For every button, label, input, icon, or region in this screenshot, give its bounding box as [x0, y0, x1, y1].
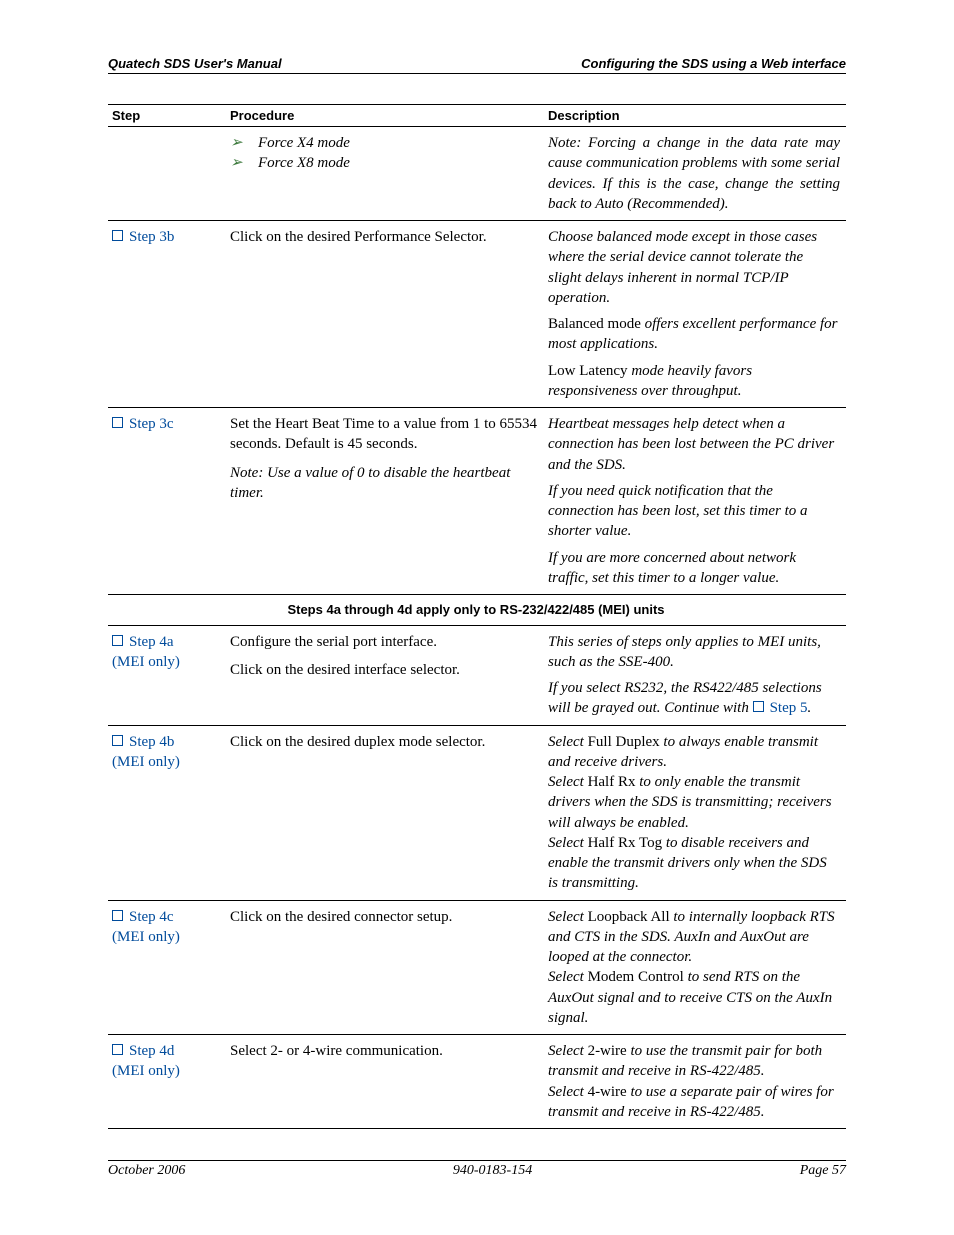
table-row: Step 4c (MEI only) Click on the desired …: [108, 900, 846, 1035]
table-row: Step 4b (MEI only) Click on the desired …: [108, 725, 846, 900]
checkbox-icon: [112, 417, 123, 428]
procedure-cell: Click on the desired duplex mode selecto…: [226, 725, 544, 900]
step-label: Step 4c: [129, 909, 174, 925]
description-cell: This series of steps only applies to MEI…: [544, 625, 846, 725]
description-text: Note: Forcing a change in the data rate …: [548, 133, 840, 214]
running-header: Quatech SDS User's Manual Configuring th…: [108, 56, 846, 74]
arrow-icon: ➢: [244, 153, 258, 173]
arrow-icon: ➢: [244, 133, 258, 153]
col-procedure: Procedure: [226, 105, 544, 127]
description-cell: Select Full Duplex to always enable tran…: [544, 725, 846, 900]
procedure-cell: Set the Heart Beat Time to a value from …: [226, 408, 544, 595]
checkbox-icon: [112, 635, 123, 646]
steps-table: Step Procedure Description ➢Force X4 mod…: [108, 104, 846, 1129]
table-row: ➢Force X4 mode ➢Force X8 mode Note: Forc…: [108, 127, 846, 221]
procedure-note: Note: Use a value of 0 to disable the he…: [230, 463, 538, 504]
footer-center: 940-0183-154: [453, 1163, 532, 1179]
checkbox-icon: [112, 1044, 123, 1055]
procedure-text: Click on the desired connector setup.: [230, 907, 538, 927]
col-step: Step: [108, 105, 226, 127]
checkbox-icon: [112, 910, 123, 921]
mei-label: (MEI only): [112, 927, 220, 947]
table-row: Step 3c Set the Heart Beat Time to a val…: [108, 408, 846, 595]
procedure-cell: Click on the desired Performance Selecto…: [226, 221, 544, 408]
step-label: Step 3b: [129, 229, 174, 245]
description-cell: Choose balanced mode except in those cas…: [544, 221, 846, 408]
procedure-text: Click on the desired Performance Selecto…: [230, 227, 538, 247]
bullet-text: Force X8 mode: [258, 155, 350, 171]
procedure-cell: Configure the serial port interface. Cli…: [226, 625, 544, 725]
bullet-text: Force X4 mode: [258, 135, 350, 151]
section-header-text: Steps 4a through 4d apply only to RS-232…: [108, 595, 846, 626]
step-label: Step 4b: [129, 734, 174, 750]
mei-label: (MEI only): [112, 752, 220, 772]
mei-label: (MEI only): [112, 1061, 220, 1081]
footer-left: October 2006: [108, 1163, 185, 1179]
table-row: Step 3b Click on the desired Performance…: [108, 221, 846, 408]
description-cell: Heartbeat messages help detect when a co…: [544, 408, 846, 595]
procedure-text: Configure the serial port interface.: [230, 632, 538, 652]
procedure-text: Set the Heart Beat Time to a value from …: [230, 414, 538, 455]
procedure-cell: Select 2- or 4-wire communication.: [226, 1035, 544, 1129]
procedure-cell: Click on the desired connector setup.: [226, 900, 544, 1035]
footer-right: Page 57: [800, 1163, 846, 1179]
procedure-text: Select 2- or 4-wire communication.: [230, 1041, 538, 1061]
section-header-row: Steps 4a through 4d apply only to RS-232…: [108, 595, 846, 626]
header-left: Quatech SDS User's Manual: [108, 56, 282, 71]
step-label: Step 4a: [129, 634, 174, 650]
header-right: Configuring the SDS using a Web interfac…: [581, 56, 846, 71]
checkbox-icon: [112, 735, 123, 746]
table-row: Step 4a (MEI only) Configure the serial …: [108, 625, 846, 725]
running-footer: October 2006 940-0183-154 Page 57: [108, 1160, 846, 1179]
page: Quatech SDS User's Manual Configuring th…: [0, 0, 954, 1235]
col-description: Description: [544, 105, 846, 127]
description-cell: Select Loopback All to internally loopba…: [544, 900, 846, 1035]
procedure-text: Click on the desired duplex mode selecto…: [230, 732, 538, 752]
checkbox-icon: [112, 230, 123, 241]
bullet-item: ➢Force X4 mode: [230, 133, 538, 153]
mei-label: (MEI only): [112, 652, 220, 672]
procedure-text: Click on the desired interface selector.: [230, 660, 538, 680]
step-label: Step 4d: [129, 1043, 174, 1059]
step-label: Step 3c: [129, 416, 174, 432]
table-row: Step 4d (MEI only) Select 2- or 4-wire c…: [108, 1035, 846, 1129]
description-cell: Select 2-wire to use the transmit pair f…: [544, 1035, 846, 1129]
bullet-item: ➢Force X8 mode: [230, 153, 538, 173]
